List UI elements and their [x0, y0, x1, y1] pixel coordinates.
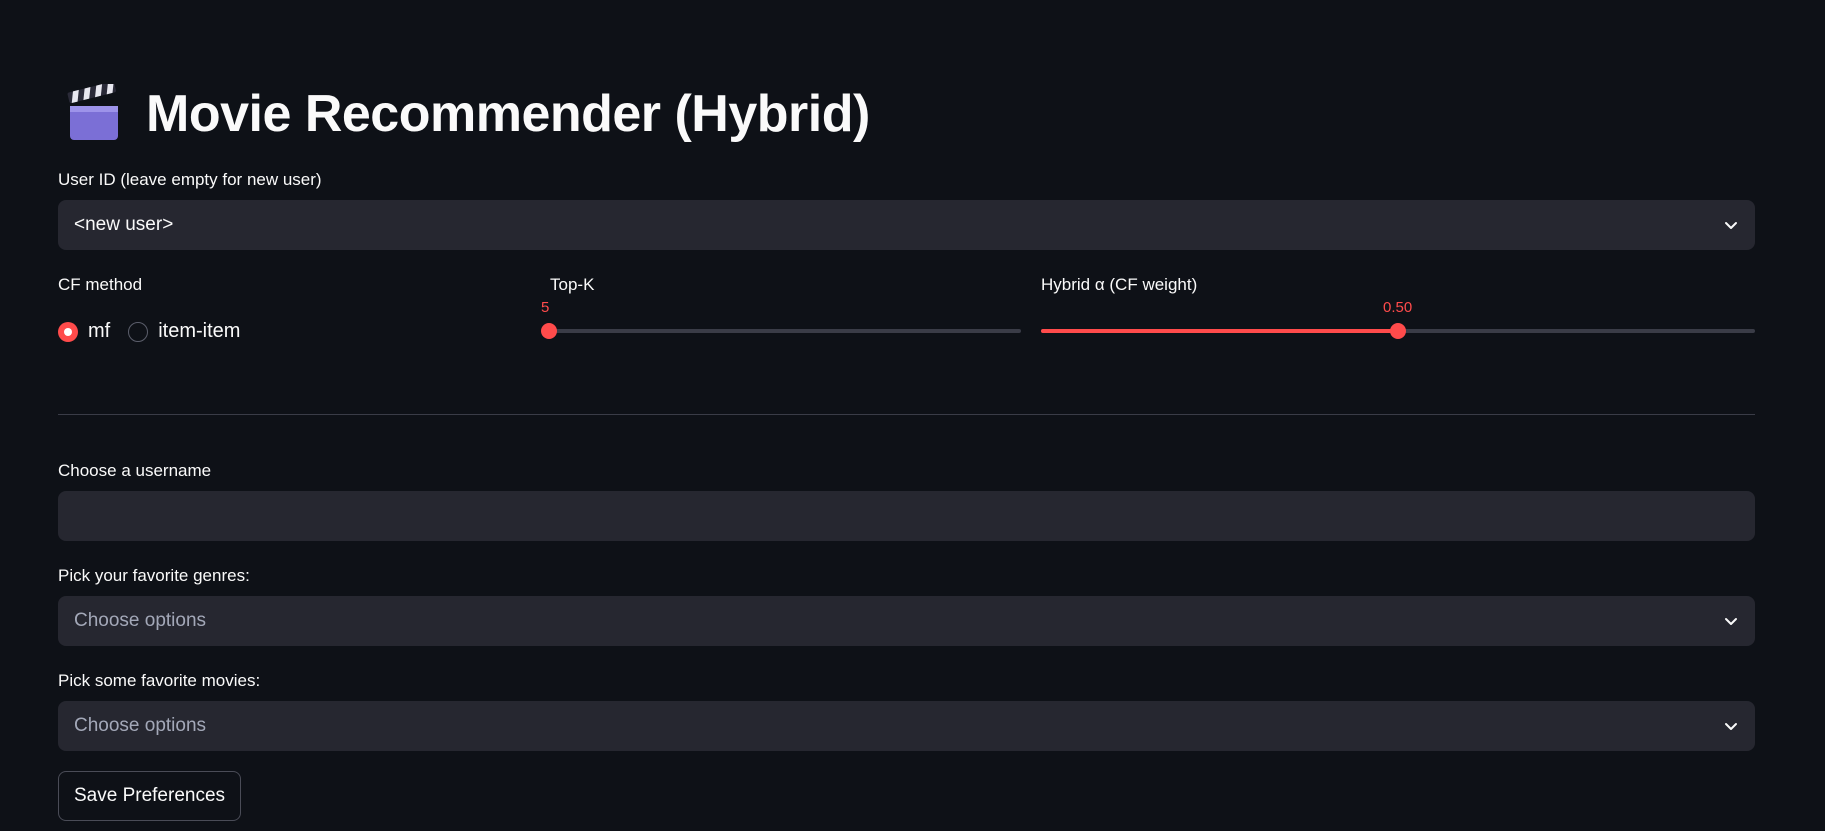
- chevron-down-icon: [1725, 222, 1737, 229]
- clapper-board-icon: [67, 84, 118, 140]
- slider-track: [549, 329, 1021, 333]
- movies-label: Pick some favorite movies:: [58, 671, 261, 690]
- cf-method-radio-group: mf item-item: [58, 320, 240, 343]
- alpha-slider[interactable]: 0.50: [1041, 299, 1755, 339]
- topk-slider[interactable]: 5: [541, 299, 1021, 339]
- page-title: Movie Recommender (Hybrid): [146, 85, 870, 143]
- topk-label: Top-K: [550, 275, 595, 294]
- alpha-value: 0.50: [1383, 299, 1413, 316]
- slider-thumb[interactable]: [541, 323, 557, 339]
- user-id-value: <new user>: [74, 214, 174, 235]
- movies-multiselect[interactable]: Choose options: [58, 701, 1755, 751]
- username-input[interactable]: [58, 491, 1755, 541]
- user-id-label: User ID (leave empty for new user): [58, 170, 322, 189]
- slider-fill: [1041, 329, 1398, 333]
- genres-multiselect[interactable]: Choose options: [58, 596, 1755, 646]
- radio-label-item-item: item-item: [158, 320, 241, 342]
- chevron-down-icon: [1725, 618, 1737, 625]
- radio-option-mf[interactable]: mf: [58, 320, 110, 343]
- page-header: Movie Recommender (Hybrid): [64, 74, 870, 154]
- section-divider: [58, 414, 1755, 415]
- radio-unselected-icon: [128, 321, 149, 342]
- topk-value: 5: [541, 299, 550, 316]
- chevron-down-icon: [1725, 723, 1737, 730]
- app-page: Movie Recommender (Hybrid) User ID (leav…: [0, 0, 1825, 831]
- user-id-select[interactable]: <new user>: [58, 200, 1755, 250]
- genres-label: Pick your favorite genres:: [58, 566, 250, 585]
- radio-label-mf: mf: [88, 320, 111, 342]
- username-label: Choose a username: [58, 461, 212, 480]
- save-preferences-button[interactable]: Save Preferences: [58, 771, 242, 821]
- cf-method-label: CF method: [58, 275, 143, 294]
- slider-thumb[interactable]: [1390, 323, 1406, 339]
- movies-placeholder: Choose options: [74, 715, 207, 736]
- genres-placeholder: Choose options: [74, 610, 207, 631]
- radio-option-item-item[interactable]: item-item: [128, 320, 240, 343]
- alpha-label: Hybrid α (CF weight): [1041, 275, 1198, 294]
- radio-selected-icon: [58, 321, 78, 342]
